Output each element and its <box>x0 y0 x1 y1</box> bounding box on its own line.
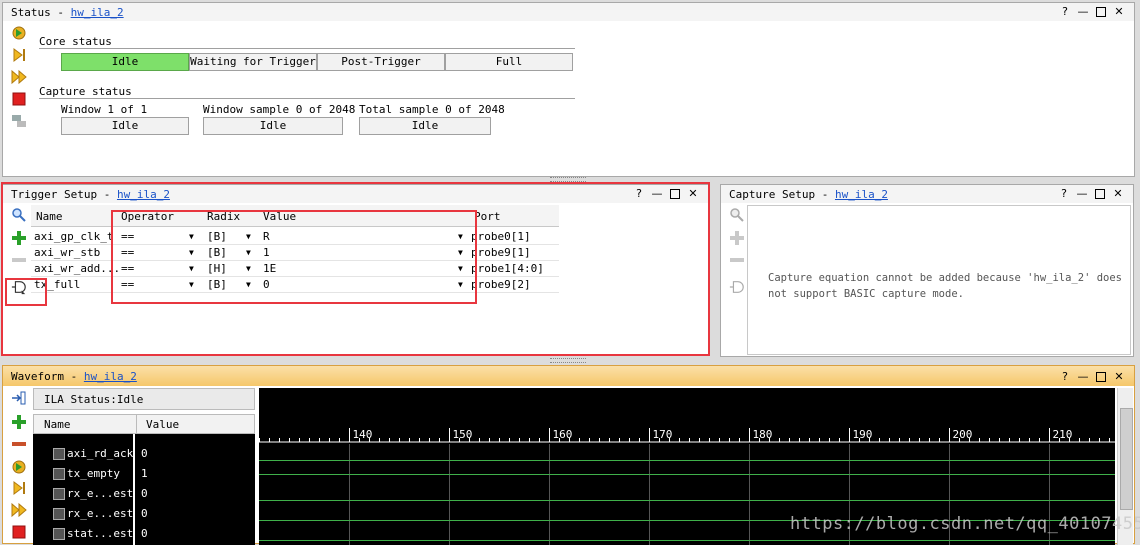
remove-signal-icon[interactable] <box>11 436 27 452</box>
core-state-idle: Idle <box>61 53 189 71</box>
signal-value: 0 <box>141 487 148 500</box>
ila-status-bar: ILA Status:Idle <box>33 388 255 410</box>
capture-message-line1: Capture equation cannot be added because… <box>768 272 1123 284</box>
total-sample-label: Total sample 0 of 2048 <box>359 103 505 116</box>
signal-row[interactable]: tx_empty 1 <box>33 466 255 482</box>
timeline-tick-label: 190 <box>853 428 873 441</box>
signal-value: 0 <box>141 447 148 460</box>
window-sample-label: Window sample 0 of 2048 <box>203 103 356 116</box>
signal-name: rx_e...est <box>67 487 134 500</box>
signal-value: 1 <box>141 467 148 480</box>
signal-row[interactable]: axi_rd_ack 0 <box>33 446 255 462</box>
signal-value: 0 <box>141 527 148 540</box>
maximize-button[interactable] <box>1091 187 1109 200</box>
minimize-button[interactable]: — <box>1074 5 1092 18</box>
auto-trigger-icon[interactable] <box>11 25 27 41</box>
signal-name: tx_empty <box>67 467 120 480</box>
total-sample-value: Idle <box>359 117 491 135</box>
status-panel-title: Status <box>11 6 51 19</box>
close-button[interactable]: ✕ <box>1110 370 1128 383</box>
window-sample-value: Idle <box>203 117 343 135</box>
waveform-panel-header: Waveform - hw_ila_2 ? — ✕ <box>3 366 1134 386</box>
waveform-col-name[interactable]: Name <box>44 418 71 431</box>
run-trigger-icon[interactable] <box>11 47 27 63</box>
window-count-label: Window 1 of 1 <box>61 103 148 116</box>
run-immediate-icon[interactable] <box>11 69 27 85</box>
ila-status-text: ILA Status:Idle <box>44 393 144 406</box>
capture-message-area: Capture equation cannot be added because… <box>747 205 1131 355</box>
core-status-label: Core status <box>39 35 112 48</box>
status-window-controls: ? — ✕ <box>1056 5 1128 18</box>
timeline-tick-label: 140 <box>353 428 373 441</box>
core-state-waiting: Waiting for Trigger <box>189 53 317 71</box>
signal-row[interactable]: rx_e...est 0 <box>33 486 255 502</box>
minimize-button[interactable]: — <box>1074 370 1092 383</box>
signal-value: 0 <box>141 507 148 520</box>
search-icon[interactable] <box>729 207 745 223</box>
signal-list: axi_rd_ack 0 tx_empty 1 rx_e...est 0 rx_e...es… <box>33 434 255 545</box>
timeline-tick-label: 180 <box>753 428 773 441</box>
help-button[interactable]: ? <box>1056 370 1074 383</box>
signal-icon <box>53 508 65 520</box>
close-button[interactable]: ✕ <box>1110 5 1128 18</box>
status-panel: Status - hw_ila_2 ? — ✕ Core status Idle… <box>2 2 1135 177</box>
timeline-tick-label: 150 <box>453 428 473 441</box>
add-signal-icon[interactable] <box>11 414 27 430</box>
trigger-settings-icon[interactable] <box>11 113 27 129</box>
signal-name: rx_e...est <box>67 507 134 520</box>
maximize-button[interactable] <box>1092 5 1110 18</box>
signal-name: axi_rd_ack <box>67 447 134 460</box>
signal-row[interactable]: stat...est 0 <box>33 526 255 542</box>
stop-icon[interactable] <box>11 91 27 107</box>
timeline-tick-label: 210 <box>1053 428 1073 441</box>
stop-icon[interactable] <box>11 524 27 540</box>
scrollbar-thumb[interactable] <box>1120 408 1133 510</box>
timeline-tick-label: 200 <box>953 428 973 441</box>
core-state-post-trigger: Post-Trigger <box>317 53 445 71</box>
remove-icon[interactable] <box>729 252 745 268</box>
capture-message-line2: not support BASIC capture mode. <box>768 288 964 300</box>
add-icon[interactable] <box>729 230 745 246</box>
status-panel-header: Status - hw_ila_2 ? — ✕ <box>3 3 1134 21</box>
signal-icon <box>53 528 65 540</box>
status-toolbar <box>7 25 27 135</box>
capture-panel-header: Capture Setup - hw_ila_2 ? — ✕ <box>721 185 1133 203</box>
signal-row[interactable]: rx_e...est 0 <box>33 506 255 522</box>
maximize-button[interactable] <box>1092 370 1110 383</box>
timeline-tick-label: 160 <box>553 428 573 441</box>
close-button[interactable]: ✕ <box>1109 187 1127 200</box>
waveform-panel-link[interactable]: hw_ila_2 <box>84 370 137 383</box>
capture-panel-title: Capture Setup <box>729 188 816 201</box>
splitter-grip[interactable] <box>550 358 586 363</box>
window-count-value: Idle <box>61 117 189 135</box>
capture-panel-link[interactable]: hw_ila_2 <box>835 188 888 201</box>
signal-icon <box>53 488 65 500</box>
fit-icon[interactable] <box>11 390 27 406</box>
status-panel-link[interactable]: hw_ila_2 <box>71 6 124 19</box>
signal-name: stat...est <box>67 527 134 540</box>
signal-icon <box>53 468 65 480</box>
core-state-full: Full <box>445 53 573 71</box>
auto-trigger-icon[interactable] <box>11 459 27 475</box>
run-trigger-icon[interactable] <box>11 480 27 496</box>
capture-setup-panel: Capture Setup - hw_ila_2 ? — ✕ Capture e… <box>720 184 1134 357</box>
capture-condition-icon[interactable] <box>729 279 745 295</box>
help-button[interactable]: ? <box>1055 187 1073 200</box>
annotation-highlight-trigger-panel <box>1 182 710 356</box>
help-button[interactable]: ? <box>1056 5 1074 18</box>
signal-icon <box>53 448 65 460</box>
run-immediate-icon[interactable] <box>11 502 27 518</box>
waveform-panel-title: Waveform <box>11 370 64 383</box>
capture-status-label: Capture status <box>39 85 132 98</box>
minimize-button[interactable]: — <box>1073 187 1091 200</box>
watermark: https://blog.csdn.net/qq_40107455 <box>790 514 1140 534</box>
waveform-col-value[interactable]: Value <box>146 418 179 431</box>
timeline-tick-label: 170 <box>653 428 673 441</box>
waveform-list-header: Name Value <box>33 414 255 435</box>
